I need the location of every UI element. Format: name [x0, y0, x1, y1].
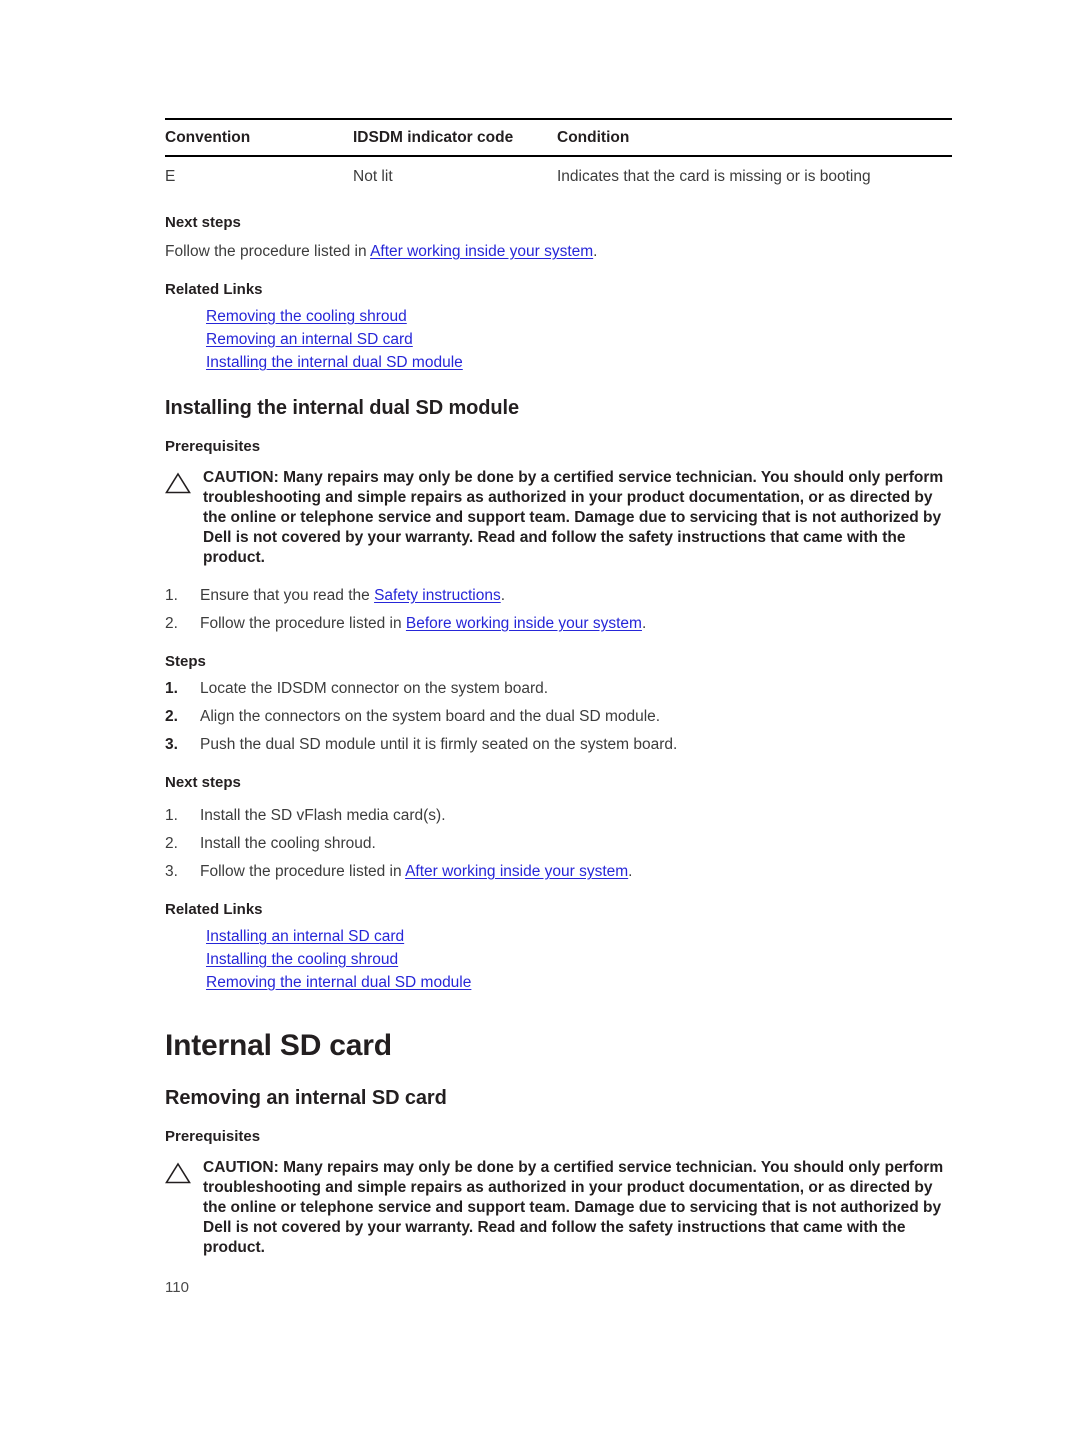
- list-item: 2. Align the connectors on the system bo…: [165, 707, 955, 727]
- table-header-indicator-code: IDSDM indicator code: [353, 118, 557, 157]
- list-item-text: Install the SD vFlash media card(s).: [200, 807, 446, 824]
- caution-text-1: CAUTION: Many repairs may only be done b…: [203, 469, 944, 566]
- list-item-number: 2.: [165, 835, 178, 852]
- steps-label: Steps: [165, 653, 206, 670]
- table-header: Convention IDSDM indicator code Conditio…: [165, 118, 952, 157]
- list-item: Removing the cooling shroud: [206, 305, 955, 328]
- link-removing-the-internal-dual-sd-module[interactable]: Removing the internal dual SD module: [206, 974, 471, 991]
- related-links-label-1: Related Links: [165, 281, 263, 298]
- caution-text-2: CAUTION: Many repairs may only be done b…: [203, 1159, 944, 1256]
- caution-block-2: CAUTION: Many repairs may only be done b…: [165, 1158, 955, 1258]
- list-item-text: Align the connectors on the system board…: [200, 708, 661, 725]
- heading-internal-sd-card: Internal SD card: [165, 1029, 392, 1062]
- link-removing-an-internal-sd-card[interactable]: Removing an internal SD card: [206, 331, 413, 348]
- table-cell-condition: Indicates that the card is missing or is…: [557, 168, 871, 185]
- document-page: Convention IDSDM indicator code Conditio…: [0, 0, 1080, 1434]
- next-steps-label-2: Next steps: [165, 774, 241, 791]
- caution-triangle-icon: [165, 1162, 191, 1184]
- next-steps-label-1: Next steps: [165, 214, 241, 231]
- caution-block-1: CAUTION: Many repairs may only be done b…: [165, 468, 955, 568]
- steps-list: 1. Locate the IDSDM connector on the sys…: [165, 679, 955, 755]
- list-item: Removing an internal SD card: [206, 328, 955, 351]
- list-item-text: Push the dual SD module until it is firm…: [200, 736, 678, 753]
- table-header-condition: Condition: [557, 118, 952, 157]
- next-steps-text-after-1: .: [593, 243, 598, 260]
- next-steps-list: 1. Install the SD vFlash media card(s). …: [165, 806, 955, 882]
- list-item-text-before: Follow the procedure listed in: [200, 615, 406, 632]
- caution-triangle-icon: [165, 472, 191, 494]
- list-item-number: 3.: [165, 863, 178, 880]
- prerequisites-label-1: Prerequisites: [165, 438, 261, 455]
- link-removing-the-cooling-shroud[interactable]: Removing the cooling shroud: [206, 308, 407, 325]
- list-item: Removing the internal dual SD module: [206, 971, 955, 994]
- page-content: Convention IDSDM indicator code Conditio…: [165, 118, 955, 1258]
- table-row: E Not lit Indicates that the card is mis…: [165, 156, 952, 195]
- list-item-number: 2.: [165, 615, 178, 632]
- list-item: 3. Push the dual SD module until it is f…: [165, 735, 955, 755]
- list-item-number: 1.: [165, 807, 178, 824]
- table-cell-indicator-code: Not lit: [353, 168, 393, 185]
- list-item: 1. Install the SD vFlash media card(s).: [165, 806, 955, 826]
- list-item: 1. Locate the IDSDM connector on the sys…: [165, 679, 955, 699]
- list-item-text-before: Ensure that you read the: [200, 587, 375, 604]
- list-item-number: 2.: [165, 708, 178, 725]
- list-item-text: Locate the IDSDM connector on the system…: [200, 680, 549, 697]
- next-steps-text-before-1: Follow the procedure listed in: [165, 243, 371, 260]
- link-before-working-inside-your-system[interactable]: Before working inside your system: [406, 615, 642, 632]
- link-after-working-inside-your-system-2[interactable]: After working inside your system: [405, 863, 628, 880]
- table-header-convention: Convention: [165, 118, 353, 157]
- list-item-text: Follow the procedure listed in After wor…: [200, 862, 955, 882]
- list-item-text-after: .: [500, 587, 506, 604]
- list-item: 2. Follow the procedure listed in Before…: [165, 614, 955, 634]
- list-item-number: 1.: [165, 587, 178, 604]
- list-item: Installing an internal SD card: [206, 925, 955, 948]
- idsdm-indicator-table: Convention IDSDM indicator code Conditio…: [165, 118, 952, 195]
- list-item: Installing the internal dual SD module: [206, 351, 955, 374]
- link-after-working-inside-your-system-1[interactable]: After working inside your system: [370, 243, 593, 260]
- prerequisite-steps-list: 1. Ensure that you read the Safety instr…: [165, 586, 955, 634]
- list-item-text-after: .: [628, 863, 633, 880]
- table-body: E Not lit Indicates that the card is mis…: [165, 156, 952, 195]
- table-header-row: Convention IDSDM indicator code Conditio…: [165, 118, 952, 157]
- heading-removing-an-internal-sd-card: Removing an internal SD card: [165, 1087, 447, 1109]
- list-item: 3. Follow the procedure listed in After …: [165, 862, 955, 882]
- list-item-text: Ensure that you read the Safety instruct…: [200, 586, 955, 606]
- list-item-text-after: .: [641, 615, 647, 632]
- next-steps-paragraph-1: Follow the procedure listed in After wor…: [165, 242, 955, 262]
- list-item-number: 3.: [165, 736, 178, 753]
- prerequisites-label-2: Prerequisites: [165, 1128, 261, 1145]
- related-links-list-2: Installing an internal SD card Installin…: [165, 925, 955, 994]
- link-safety-instructions[interactable]: Safety instructions: [374, 587, 501, 604]
- heading-installing-internal-dual-sd-module: Installing the internal dual SD module: [165, 397, 520, 419]
- list-item: 2. Install the cooling shroud.: [165, 834, 955, 854]
- table-cell-convention: E: [165, 168, 176, 185]
- list-item: Installing the cooling shroud: [206, 948, 955, 971]
- link-installing-an-internal-sd-card[interactable]: Installing an internal SD card: [206, 928, 404, 945]
- related-links-list-1: Removing the cooling shroud Removing an …: [165, 305, 955, 374]
- related-links-label-2: Related Links: [165, 901, 263, 918]
- list-item-number: 1.: [165, 680, 178, 697]
- link-installing-the-internal-dual-sd-module[interactable]: Installing the internal dual SD module: [206, 354, 463, 371]
- list-item-text: Install the cooling shroud.: [200, 835, 376, 852]
- page-number: 110: [165, 1279, 189, 1296]
- list-item-text: Follow the procedure listed in Before wo…: [200, 614, 955, 634]
- list-item: 1. Ensure that you read the Safety instr…: [165, 586, 955, 606]
- link-installing-the-cooling-shroud[interactable]: Installing the cooling shroud: [206, 951, 398, 968]
- list-item-text-before: Follow the procedure listed in: [200, 863, 406, 880]
